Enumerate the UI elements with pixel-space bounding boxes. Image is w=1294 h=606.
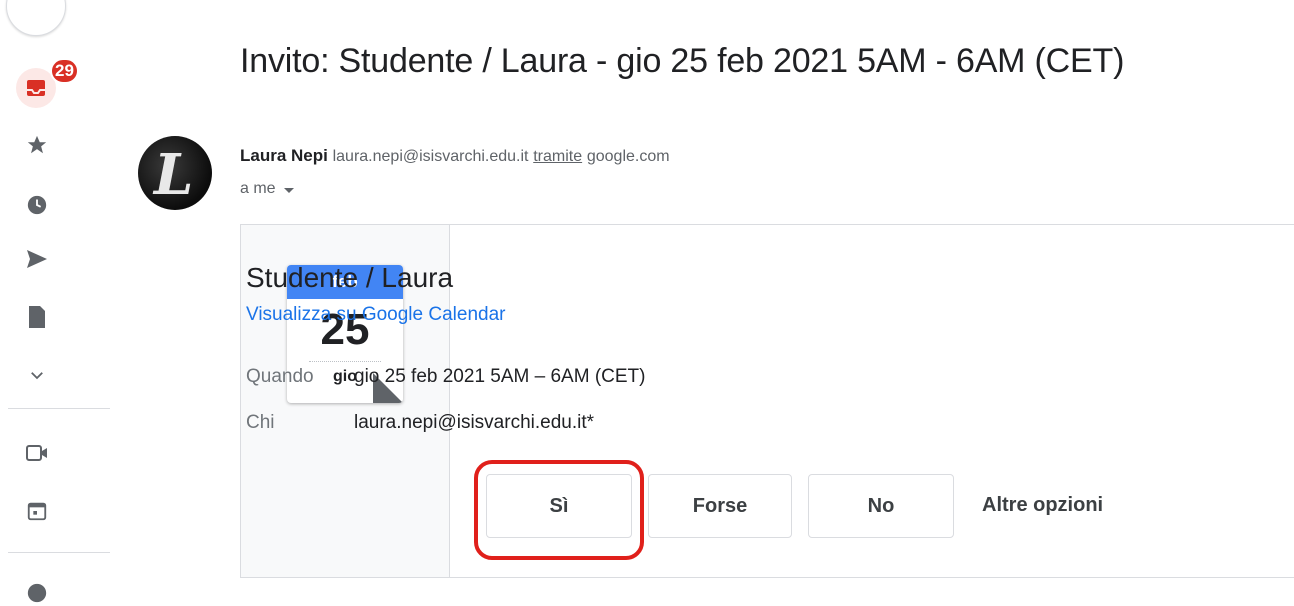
rsvp-no-button[interactable]: No: [808, 474, 954, 538]
sender-line: Laura Nepi laura.nepi@isisvarchi.edu.it …: [240, 146, 670, 166]
email-subject: Invito: Studente / Laura - gio 25 feb 20…: [240, 42, 1125, 80]
sent-button[interactable]: [24, 246, 50, 272]
when-value: gio 25 feb 2021 5AM – 6AM (CET): [354, 366, 646, 387]
caret-down-icon: [283, 187, 294, 193]
view-in-calendar-link[interactable]: Visualizza su Google Calendar: [246, 304, 505, 326]
drafts-button[interactable]: [24, 304, 50, 330]
who-value: laura.nepi@isisvarchi.edu.it*: [354, 412, 595, 433]
avatar[interactable]: L: [138, 136, 212, 210]
chevron-down-icon: [31, 372, 43, 380]
compose-button[interactable]: [6, 0, 66, 36]
sender-name[interactable]: Laura Nepi: [240, 146, 328, 165]
left-rail: 29: [0, 0, 112, 603]
annotation-highlight-box: [474, 460, 644, 560]
chat-button[interactable]: [24, 580, 50, 606]
via-link[interactable]: tramite: [533, 148, 582, 165]
send-icon: [27, 250, 47, 268]
rail-divider: [8, 552, 110, 553]
event-title: Studente / Laura: [246, 262, 454, 293]
meet-button[interactable]: [24, 440, 50, 466]
file-icon: [29, 306, 45, 328]
avatar-letter-icon: L: [154, 142, 194, 208]
recipient-label: a me: [240, 180, 276, 197]
starred-button[interactable]: [24, 132, 50, 158]
video-icon: [26, 445, 47, 461]
rail-divider: [8, 408, 110, 409]
more-button[interactable]: [24, 362, 50, 388]
calendar-button[interactable]: [24, 498, 50, 524]
sender-email: laura.nepi@isisvarchi.edu.it: [332, 148, 529, 165]
star-icon: [27, 135, 47, 154]
snoozed-button[interactable]: [24, 192, 50, 218]
rsvp-maybe-button[interactable]: Forse: [648, 474, 792, 538]
unread-count-badge: 29: [50, 58, 79, 84]
clock-icon: [27, 195, 47, 215]
calendar-icon: [27, 502, 47, 521]
recipient-details-toggle[interactable]: a me: [240, 180, 294, 198]
when-label: Quando: [246, 366, 314, 387]
more-options-link[interactable]: Altre opzioni: [982, 494, 1103, 517]
who-label: Chi: [246, 412, 275, 433]
calendar-divider: [309, 361, 381, 362]
via-domain: google.com: [586, 148, 670, 165]
chat-icon: [27, 583, 47, 603]
